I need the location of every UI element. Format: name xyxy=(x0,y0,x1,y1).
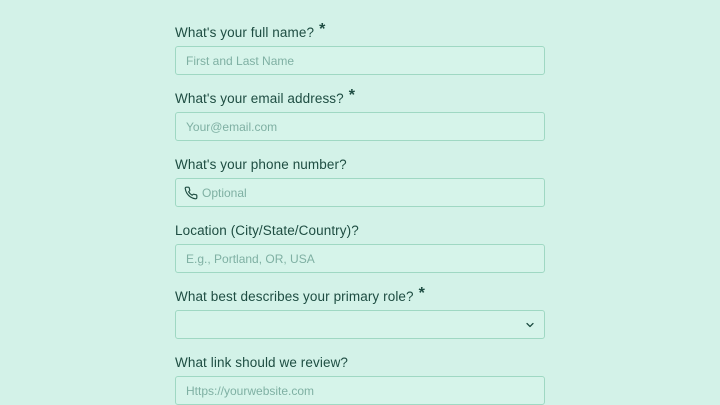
link-label: What link should we review? xyxy=(175,352,545,374)
full-name-field: What's your full name? * xyxy=(175,22,545,75)
link-input-wrapper xyxy=(175,376,545,405)
email-input[interactable] xyxy=(176,113,544,140)
full-name-input-wrapper xyxy=(175,46,545,75)
email-field: What's your email address? * xyxy=(175,88,545,141)
link-input[interactable] xyxy=(176,377,544,404)
required-marker: * xyxy=(418,285,425,302)
role-label: What best describes your primary role? * xyxy=(175,286,545,308)
location-field: Location (City/State/Country)? xyxy=(175,220,545,273)
role-field: What best describes your primary role? * xyxy=(175,286,545,339)
full-name-label: What's your full name? * xyxy=(175,22,545,44)
chevron-down-icon xyxy=(524,319,536,331)
location-input-wrapper xyxy=(175,244,545,273)
phone-label-text: What's your phone number? xyxy=(175,157,347,172)
location-input[interactable] xyxy=(176,245,544,272)
link-label-text: What link should we review? xyxy=(175,355,349,370)
email-label: What's your email address? * xyxy=(175,88,545,110)
phone-input[interactable] xyxy=(198,179,544,206)
location-label-text: Location (City/State/Country)? xyxy=(175,223,359,238)
phone-label: What's your phone number? xyxy=(175,154,545,176)
full-name-label-text: What's your full name? xyxy=(175,25,315,40)
full-name-input[interactable] xyxy=(176,47,544,74)
required-marker: * xyxy=(348,87,356,104)
link-field: What link should we review? xyxy=(175,352,545,405)
role-label-text: What best describes your primary role? xyxy=(175,289,414,304)
location-label: Location (City/State/Country)? xyxy=(175,220,545,242)
email-label-text: What's your email address? xyxy=(175,91,344,106)
phone-field: What's your phone number? xyxy=(175,154,545,207)
phone-input-wrapper xyxy=(175,178,545,207)
phone-icon xyxy=(184,186,198,200)
required-marker: * xyxy=(319,21,326,38)
role-select[interactable] xyxy=(175,310,545,339)
email-input-wrapper xyxy=(175,112,545,141)
